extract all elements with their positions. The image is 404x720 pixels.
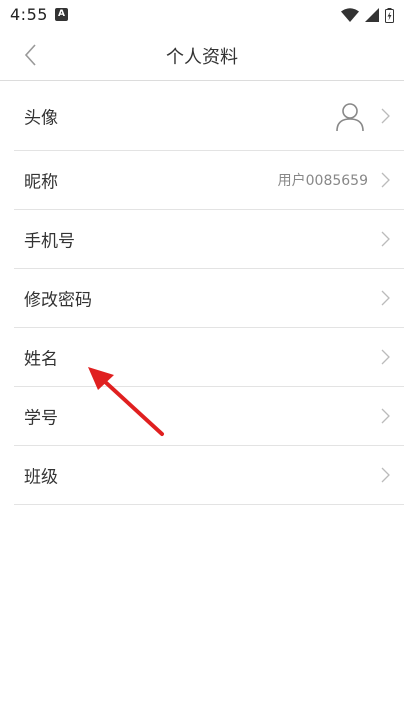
row-phone[interactable]: 手机号 xyxy=(14,210,404,269)
battery-icon xyxy=(385,7,394,23)
row-name[interactable]: 姓名 xyxy=(14,328,404,387)
chevron-right-icon xyxy=(381,290,390,306)
notification-icon: A xyxy=(55,8,68,21)
chevron-right-icon xyxy=(381,408,390,424)
row-avatar[interactable]: 头像 xyxy=(14,81,404,151)
row-change-password[interactable]: 修改密码 xyxy=(14,269,404,328)
row-label: 头像 xyxy=(24,108,58,128)
status-time: 4:55 xyxy=(10,5,48,24)
chevron-right-icon xyxy=(381,231,390,247)
row-nickname[interactable]: 昵称 用户0085659 xyxy=(14,151,404,210)
row-label: 班级 xyxy=(24,467,58,488)
row-student-id[interactable]: 学号 xyxy=(14,387,404,446)
row-class[interactable]: 班级 xyxy=(14,446,404,505)
status-icons xyxy=(341,6,394,24)
chevron-right-icon xyxy=(381,349,390,365)
page-title: 个人资料 xyxy=(166,47,238,68)
row-label: 昵称 xyxy=(24,172,58,193)
wifi-icon xyxy=(341,8,359,22)
profile-list: 头像 昵称 用户0085659 手机号 修改密码 姓名 学号 班级 xyxy=(0,81,404,505)
chevron-right-icon xyxy=(381,467,390,483)
row-label: 姓名 xyxy=(24,349,58,370)
row-label: 学号 xyxy=(24,408,58,429)
row-label: 手机号 xyxy=(24,231,75,252)
nickname-value: 用户0085659 xyxy=(277,173,368,189)
chevron-right-icon xyxy=(381,172,390,188)
app-header: 个人资料 xyxy=(0,30,404,81)
chevron-right-icon xyxy=(381,108,390,123)
status-bar: 4:55 A xyxy=(0,0,404,30)
row-label: 修改密码 xyxy=(24,290,92,311)
cellular-signal-icon xyxy=(365,8,379,22)
user-avatar-icon xyxy=(336,102,364,131)
